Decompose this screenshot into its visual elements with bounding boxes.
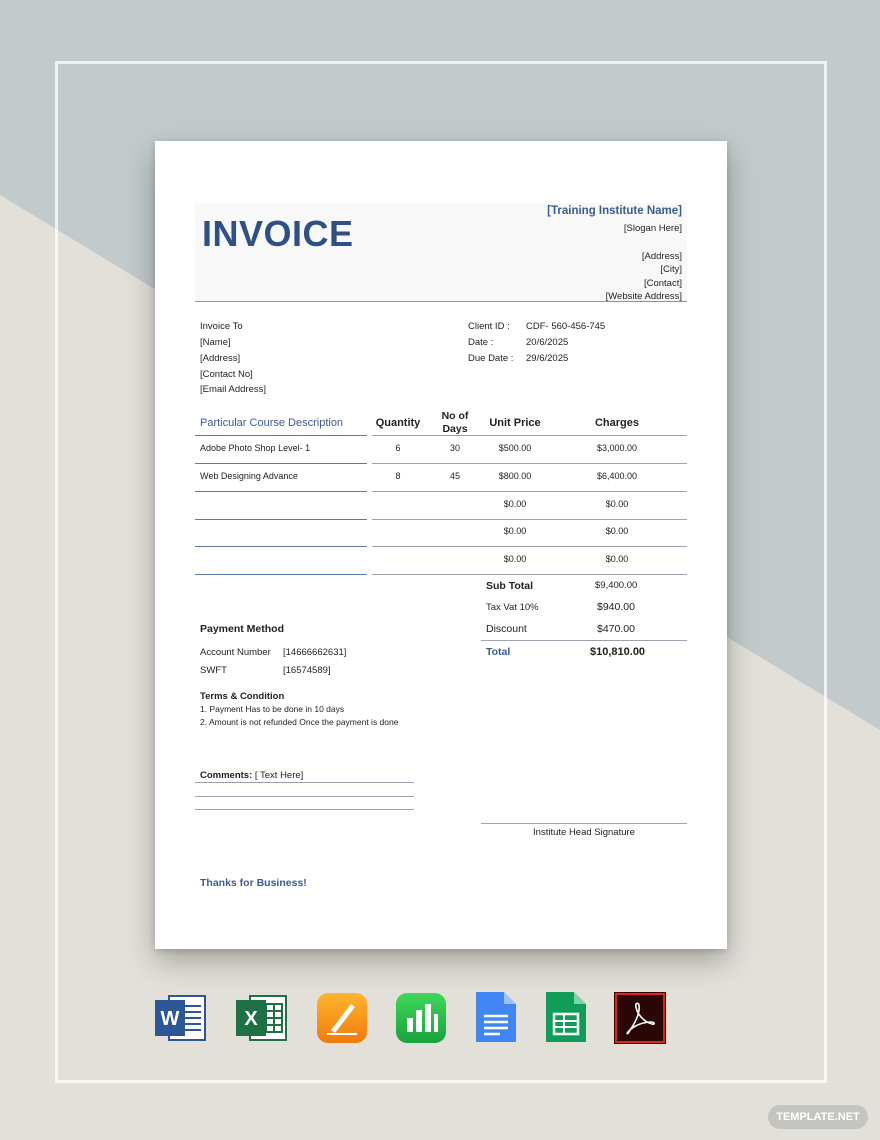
due-date: 29/6/2025 [526,353,569,364]
bill-name: [Name] [200,337,231,348]
bill-address: [Address] [200,353,241,364]
discount-label: Discount [486,623,527,635]
cell-unit: $0.00 [503,499,527,509]
client-id-label: Client ID : [468,321,510,332]
bill-email: [Email Address] [200,384,266,395]
subtotal-value: $9,400.00 [595,580,638,591]
row-rule-desc [195,491,367,492]
institute-address: [Address] [641,251,682,262]
swift-code: [16574589] [283,665,331,676]
total-value: $10,810.00 [590,646,646,658]
row-rule-desc [195,574,367,575]
comments-rule-3 [195,809,414,810]
row-rule [372,519,687,520]
swift-label: SWFT [200,665,227,676]
header-rule-desc [195,435,367,436]
institute-city: [City] [660,264,682,275]
total-label: Total [486,646,511,658]
account-number-label: Account Number [200,647,271,658]
terms-line-1: 1. Payment Has to be done in 10 days [200,704,345,714]
header-rule [372,435,687,436]
row-rule-desc [195,546,367,547]
row-rule [372,491,687,492]
institute-name: [Training Institute Name] [547,205,682,217]
discount-value: $470.00 [597,623,635,635]
numbers-icon[interactable] [396,992,448,1044]
cell-qty: 6 [395,443,401,453]
thanks-message: Thanks for Business! [200,877,307,889]
total-rule [481,640,687,641]
invoice-date: 20/6/2025 [526,337,569,348]
invoice-to-label: Invoice To [200,321,243,332]
col-header-days-line1: No of [441,410,469,422]
pages-icon[interactable] [317,992,369,1044]
institute-website: [Website Address] [605,291,682,302]
client-id: CDF- 560-456-745 [526,321,606,332]
signature-label: Institute Head Signature [533,827,635,838]
col-header-unit-price: Unit Price [489,417,541,429]
cell-charge: $0.00 [605,526,629,536]
row-rule-desc [195,519,367,520]
invoice-page: INVOICE [Training Institute Name] [Sloga… [155,141,727,949]
cell-unit: $0.00 [503,554,527,564]
cell-days: 45 [449,471,460,481]
cell-charge: $0.00 [605,499,629,509]
pdf-icon[interactable] [614,992,666,1044]
cell-unit: $800.00 [498,471,532,481]
cell-charge: $0.00 [605,554,629,564]
comments-label: Comments: [200,770,253,781]
slogan: [Slogan Here] [623,223,682,234]
due-date-label: Due Date : [468,353,514,364]
cell-unit: $0.00 [503,526,527,536]
tax-label: Tax Vat 10% [486,602,539,613]
institute-contact: [Contact] [643,278,682,289]
cell-charge: $6,400.00 [596,471,638,481]
tax-value: $940.00 [597,601,635,613]
comments-rule-1 [195,782,414,783]
row-rule [372,574,687,575]
col-header-days-line2: Days [442,423,468,435]
cell-unit: $500.00 [498,443,532,453]
cell-desc: Web Designing Advance [200,471,298,481]
google-docs-icon[interactable] [474,992,526,1044]
cell-charge: $3,000.00 [596,443,638,453]
svg-text:X: X [244,1008,258,1030]
col-header-charges: Charges [594,417,640,429]
format-icons: W X [0,992,880,1044]
template-watermark: TEMPLATE.NET [768,1105,868,1129]
col-header-days: No of Days [435,410,475,436]
svg-text:W: W [161,1008,180,1030]
date-label: Date : [468,337,494,348]
excel-icon[interactable]: X [236,992,288,1044]
terms-title: Terms & Condition [200,691,285,702]
account-number: [14666662631] [283,647,347,658]
google-sheets-icon[interactable] [544,992,596,1044]
invoice-title: INVOICE [202,213,354,254]
comments-rule-2 [195,796,414,797]
terms-line-2: 2. Amount is not refunded Once the payme… [200,717,399,727]
subtotal-label: Sub Total [486,580,534,592]
cell-desc: Adobe Photo Shop Level- 1 [200,443,311,453]
row-rule [372,546,687,547]
col-header-description: Particular Course Description [200,417,344,429]
comments-text: [ Text Here] [254,770,304,781]
payment-method-title: Payment Method [200,623,285,635]
bill-contact: [Contact No] [200,369,253,380]
col-header-quantity: Quantity [375,417,421,429]
cell-qty: 8 [395,471,401,481]
word-icon[interactable]: W [155,992,207,1044]
signature-line [481,823,687,824]
cell-days: 30 [449,443,460,453]
row-rule-desc [195,463,367,464]
row-rule [372,463,687,464]
comments: Comments: [ Text Here] [200,770,303,781]
